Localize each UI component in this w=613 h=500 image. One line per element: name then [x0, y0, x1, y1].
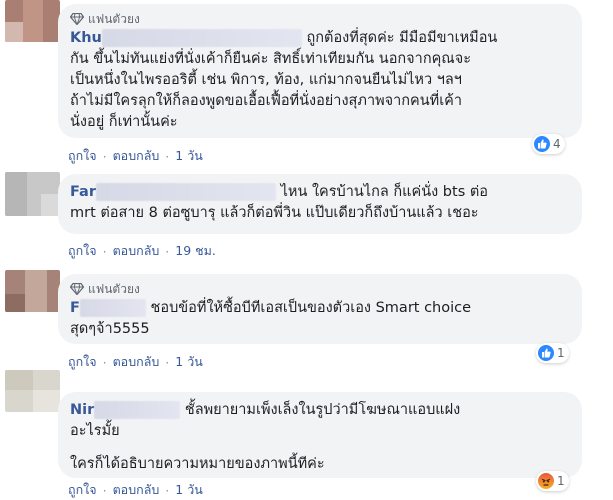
avatar[interactable] — [5, 370, 60, 412]
reply-button[interactable]: ตอบกลับ — [113, 480, 160, 500]
blurred-name — [96, 183, 276, 201]
comment-text-line: อะไรมั้ย — [70, 423, 120, 439]
comment-bubble: แฟนตัวยง Khu ถูกต้องที่สุดค่ะ มีมือมีขาเ… — [58, 4, 582, 138]
reaction-count[interactable]: 4 — [532, 134, 565, 154]
blurred-name — [94, 401, 181, 419]
badge-label: แฟนตัวยง — [88, 282, 140, 296]
reaction-number: 1 — [557, 346, 565, 360]
diamond-icon — [70, 283, 84, 295]
reaction-number: 4 — [553, 137, 561, 151]
commenter-name[interactable]: Khu — [70, 30, 102, 46]
comment-text: ไหน ใครบ้านไกล ก็แค่นั่ง bts ต่อ — [280, 184, 488, 200]
timestamp[interactable]: 19 ชม. — [175, 241, 216, 261]
comment-actions: ถูกใจ · ตอบกลับ · 1 วัน — [68, 480, 203, 500]
comment-text-line: เป็นหนึ่งในไพรออริตี้ เช่น พิการ, ท้อง, … — [70, 72, 462, 88]
reaction-number: 1 — [557, 474, 565, 488]
comment-text-line: F ชอบข้อที่ให้ซื้อบีทีเอสเป็นของตัวเอง S… — [70, 298, 570, 319]
commenter-name[interactable]: Nir — [70, 402, 94, 418]
reply-button[interactable]: ตอบกลับ — [113, 146, 160, 166]
comment-actions: ถูกใจ · ตอบกลับ · 1 วัน — [68, 352, 203, 372]
comment-text-line: Nir ชั้ลพยายามเพ็งเล็งในรูปว่ามีโฆษณาแอบ… — [70, 400, 570, 421]
separator: · — [165, 482, 170, 498]
top-fan-badge: แฟนตัวยง — [70, 280, 570, 298]
like-button[interactable]: ถูกใจ — [68, 241, 97, 261]
reaction-count[interactable]: 1 — [536, 471, 569, 491]
comment-actions: ถูกใจ · ตอบกลับ · 19 ชม. — [68, 241, 216, 261]
comment-text-line: mrt ต่อสาย 8 ต่อซูบารุ แล้วก็ต่อพี่วิน แ… — [70, 205, 479, 221]
timestamp[interactable]: 1 วัน — [175, 480, 203, 500]
timestamp[interactable]: 1 วัน — [175, 352, 203, 372]
separator: · — [102, 482, 107, 498]
commenter-name[interactable]: Far — [70, 184, 96, 200]
comment-text-line: ใครก็ได้อธิบายความหมายของภาพนี้ทีค่ะ — [70, 456, 325, 472]
avatar[interactable] — [5, 0, 60, 42]
commenter-name[interactable]: F — [70, 300, 80, 316]
avatar[interactable] — [5, 172, 60, 216]
like-button[interactable]: ถูกใจ — [68, 146, 97, 166]
separator: · — [102, 243, 107, 259]
comment-text: ชอบข้อที่ให้ซื้อบีทีเอสเป็นของตัวเอง Sma… — [150, 300, 472, 316]
reply-button[interactable]: ตอบกลับ — [113, 352, 160, 372]
timestamp[interactable]: 1 วัน — [175, 146, 203, 166]
angry-reaction-icon — [538, 473, 554, 489]
comment-text-line: Khu ถูกต้องที่สุดค่ะ มีมือมีขาเหมือน — [70, 28, 570, 49]
like-button[interactable]: ถูกใจ — [68, 480, 97, 500]
comment-bubble: Far ไหน ใครบ้านไกล ก็แค่นั่ง bts ต่อ mrt… — [58, 174, 582, 234]
comment-bubble: แฟนตัวยง F ชอบข้อที่ให้ซื้อบีทีเอสเป็นขอ… — [58, 274, 582, 344]
comment-text-line: นั่งอยู่ ก็เท่านั้นค่ะ — [70, 114, 178, 130]
separator: · — [165, 243, 170, 259]
comment-text: ถูกต้องที่สุดค่ะ มีมือมีขาเหมือน — [306, 30, 498, 46]
blurred-name — [79, 299, 146, 317]
separator: · — [102, 354, 107, 370]
like-button[interactable]: ถูกใจ — [68, 352, 97, 372]
like-reaction-icon — [534, 136, 550, 152]
comment-text-line: สุดๆจ้า5555 — [70, 321, 150, 337]
comment-text-line: ถ้าไม่มีใครลุกให้ก็ลองพูดขอเอื้อเฟื้อที่… — [70, 93, 463, 109]
top-fan-badge: แฟนตัวยง — [70, 10, 570, 28]
badge-label: แฟนตัวยง — [88, 12, 140, 26]
comment-text-line: Far ไหน ใครบ้านไกล ก็แค่นั่ง bts ต่อ — [70, 182, 570, 203]
comment-text: ชั้ลพยายามเพ็งเล็งในรูปว่ามีโฆษณาแอบแฝง — [184, 402, 461, 418]
separator: · — [165, 354, 170, 370]
separator: · — [165, 148, 170, 164]
avatar[interactable] — [5, 270, 60, 312]
blurred-name — [101, 29, 302, 47]
separator: · — [102, 148, 107, 164]
reaction-count[interactable]: 1 — [536, 343, 569, 363]
diamond-icon — [70, 13, 84, 25]
comment-actions: ถูกใจ · ตอบกลับ · 1 วัน — [68, 146, 203, 166]
reply-button[interactable]: ตอบกลับ — [113, 241, 160, 261]
comment-text-line: กัน ขึ้นไม่ทันแย่งที่นั่งเค้าก็ยืนค่ะ สิ… — [70, 51, 472, 67]
comment-bubble: Nir ชั้ลพยายามเพ็งเล็งในรูปว่ามีโฆษณาแอบ… — [58, 392, 582, 478]
like-reaction-icon — [538, 345, 554, 361]
